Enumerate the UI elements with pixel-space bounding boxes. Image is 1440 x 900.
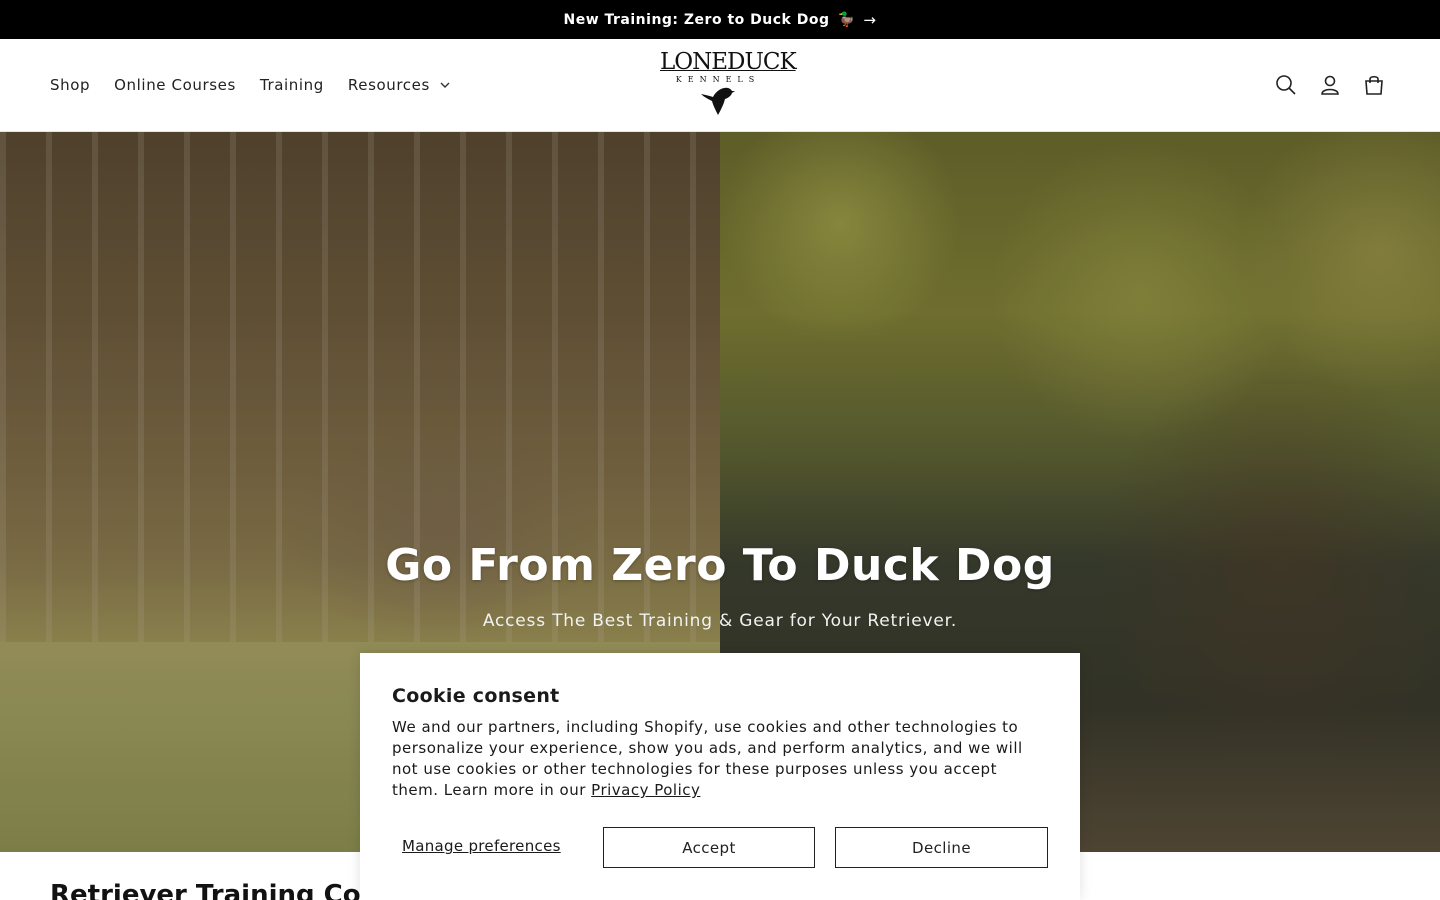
section-heading: Retriever Training Co bbox=[50, 880, 361, 900]
duck-logo-icon bbox=[701, 87, 735, 115]
hero-text: Go From Zero To Duck Dog Access The Best… bbox=[0, 540, 1440, 631]
privacy-policy-link[interactable]: Privacy Policy bbox=[591, 781, 700, 799]
chevron-down-icon bbox=[440, 82, 450, 88]
hero-title: Go From Zero To Duck Dog bbox=[385, 540, 1055, 591]
cart-icon[interactable] bbox=[1362, 73, 1386, 97]
nav-item-resources[interactable]: Resources bbox=[336, 76, 462, 94]
header-icons bbox=[1274, 39, 1386, 131]
nav-item-label: Training bbox=[259, 76, 324, 94]
nav-item-shop[interactable]: Shop bbox=[38, 76, 102, 94]
search-icon[interactable] bbox=[1274, 73, 1298, 97]
decline-button[interactable]: Decline bbox=[835, 827, 1048, 868]
announcement-text[interactable]: New Training: Zero to Duck Dog bbox=[564, 12, 830, 28]
cookie-body: We and our partners, including Shopify, … bbox=[392, 718, 1023, 799]
hero-subtitle: Access The Best Training & Gear for Your… bbox=[482, 611, 958, 631]
logo-subtitle: KENNELS bbox=[675, 75, 761, 84]
cookie-title: Cookie consent bbox=[392, 685, 560, 707]
nav-item-label: Resources bbox=[347, 76, 430, 94]
cookie-actions: Manage preferences Accept Decline bbox=[392, 827, 1048, 868]
nav-item-label: Online Courses bbox=[114, 76, 236, 94]
nav-item-training[interactable]: Training bbox=[248, 76, 336, 94]
site-header: Shop Online Courses Training Resources L… bbox=[0, 39, 1440, 132]
site-logo[interactable]: LONEDUCK KENNELS bbox=[660, 49, 797, 123]
duck-emoji-icon: 🦆 bbox=[837, 11, 856, 28]
nav-item-online-courses[interactable]: Online Courses bbox=[102, 76, 248, 94]
nav-item-label: Shop bbox=[50, 76, 91, 94]
logo-wordmark: LONEDUCK bbox=[660, 49, 797, 75]
main-nav: Shop Online Courses Training Resources bbox=[38, 39, 462, 131]
account-icon[interactable] bbox=[1318, 73, 1342, 97]
arrow-right-icon[interactable]: → bbox=[863, 11, 876, 29]
cookie-consent-banner: Cookie consent We and our partners, incl… bbox=[360, 653, 1080, 900]
manage-preferences-button[interactable]: Manage preferences bbox=[402, 837, 561, 855]
accept-button[interactable]: Accept bbox=[603, 827, 815, 868]
announcement-bar[interactable]: New Training: Zero to Duck Dog 🦆 → bbox=[0, 0, 1440, 39]
